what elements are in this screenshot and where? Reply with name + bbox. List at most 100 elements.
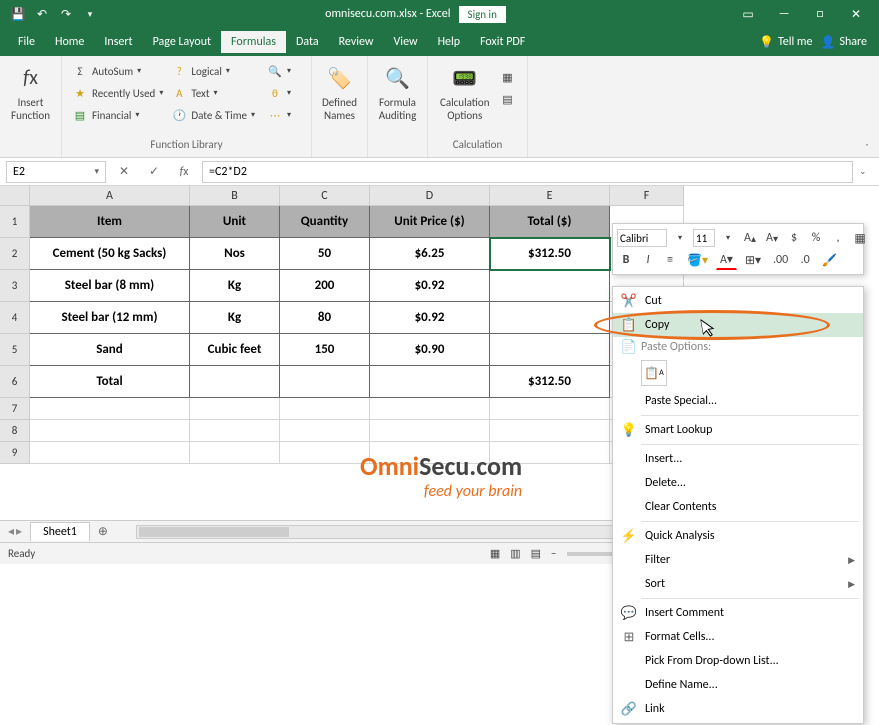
cell-C9[interactable] bbox=[280, 442, 370, 464]
financial-button[interactable]: ▤Financial ▾ bbox=[68, 104, 167, 126]
qat-customize-icon[interactable]: ▾ bbox=[80, 4, 100, 24]
cell-C3[interactable]: 200 bbox=[280, 270, 370, 302]
mini-format-painter-icon[interactable]: 🖌️ bbox=[818, 250, 841, 270]
cell-E1[interactable]: Total ($) bbox=[490, 206, 610, 238]
tab-foxit[interactable]: Foxit PDF bbox=[470, 31, 535, 53]
ctx-delete[interactable]: Delete... bbox=[613, 471, 863, 495]
cell-E8[interactable] bbox=[490, 420, 610, 442]
sheet-tab-sheet1[interactable]: Sheet1 bbox=[30, 522, 90, 541]
undo-icon[interactable]: ↶ bbox=[32, 4, 52, 24]
col-header-A[interactable]: A bbox=[30, 186, 190, 206]
cell-D5[interactable]: $0.90 bbox=[370, 334, 490, 366]
ctx-filter[interactable]: Filter▶ bbox=[613, 548, 863, 572]
mini-merge-icon[interactable]: ▦ bbox=[851, 228, 869, 248]
cell-D3[interactable]: $0.92 bbox=[370, 270, 490, 302]
math-button[interactable]: θ▾ bbox=[263, 82, 295, 104]
share-button[interactable]: 👤 Share bbox=[820, 35, 867, 50]
calc-sheet-button[interactable]: ▤ bbox=[496, 88, 520, 110]
mini-font-color-icon[interactable]: A▾ bbox=[716, 250, 737, 270]
mini-comma-icon[interactable]: , bbox=[829, 228, 847, 248]
signin-button[interactable]: Sign in bbox=[459, 6, 506, 23]
calc-options-button[interactable]: 📟 Calculation Options bbox=[434, 60, 496, 124]
ctx-quick-analysis[interactable]: ⚡Quick Analysis bbox=[613, 524, 863, 548]
expand-formula-icon[interactable]: ⌄ bbox=[859, 166, 875, 177]
view-normal-icon[interactable]: ▦ bbox=[490, 547, 500, 560]
name-box-dropdown-icon[interactable]: ▾ bbox=[94, 166, 99, 177]
view-layout-icon[interactable]: ▥ bbox=[510, 547, 520, 560]
ctx-insert[interactable]: Insert... bbox=[613, 447, 863, 471]
cell-E3[interactable] bbox=[490, 270, 610, 302]
tell-me[interactable]: 💡 Tell me bbox=[759, 35, 812, 50]
cell-E6[interactable]: $312.50 bbox=[490, 366, 610, 398]
row-header-2[interactable]: 2 bbox=[0, 238, 30, 270]
cell-C5[interactable]: 150 bbox=[280, 334, 370, 366]
tab-review[interactable]: Review bbox=[329, 31, 384, 53]
mini-border-icon[interactable]: ⊞▾ bbox=[741, 250, 765, 270]
cell-B9[interactable] bbox=[190, 442, 280, 464]
cell-C6[interactable] bbox=[280, 366, 370, 398]
mini-percent-icon[interactable]: % bbox=[807, 228, 825, 248]
cell-C8[interactable] bbox=[280, 420, 370, 442]
cell-A8[interactable] bbox=[30, 420, 190, 442]
mini-italic-icon[interactable]: I bbox=[639, 250, 657, 270]
ctx-define-name[interactable]: Define Name... bbox=[613, 673, 863, 697]
ctx-sort[interactable]: Sort▶ bbox=[613, 572, 863, 596]
calc-now-button[interactable]: ▦ bbox=[496, 66, 520, 88]
paste-option-all[interactable]: 📋A bbox=[641, 360, 667, 386]
row-header-5[interactable]: 5 bbox=[0, 334, 30, 366]
cell-A1[interactable]: Item bbox=[30, 206, 190, 238]
cell-D6[interactable] bbox=[370, 366, 490, 398]
fx-button-icon[interactable]: fx bbox=[172, 161, 196, 183]
cell-E4[interactable] bbox=[490, 302, 610, 334]
formula-auditing-button[interactable]: 🔍 Formula Auditing bbox=[374, 60, 421, 124]
ctx-copy[interactable]: 📋Copy bbox=[613, 313, 863, 337]
add-sheet-icon[interactable]: ⊕ bbox=[90, 524, 116, 539]
horizontal-scrollbar[interactable] bbox=[136, 525, 690, 539]
cell-D1[interactable]: Unit Price ($) bbox=[370, 206, 490, 238]
collapse-ribbon-icon[interactable]: ˆ bbox=[859, 139, 875, 155]
col-header-B[interactable]: B bbox=[190, 186, 280, 206]
cell-D4[interactable]: $0.92 bbox=[370, 302, 490, 334]
row-header-3[interactable]: 3 bbox=[0, 270, 30, 302]
ctx-format-cells[interactable]: ⊞Format Cells... bbox=[613, 625, 863, 649]
tab-pagelayout[interactable]: Page Layout bbox=[143, 31, 221, 53]
mini-dec-inc-icon[interactable]: .00 bbox=[769, 250, 792, 270]
zoom-out-icon[interactable]: − bbox=[551, 547, 556, 560]
sheet-nav-next-icon[interactable]: ▸ bbox=[16, 524, 22, 539]
cell-B4[interactable]: Kg bbox=[190, 302, 280, 334]
cell-E7[interactable] bbox=[490, 398, 610, 420]
ribbon-options-icon[interactable]: ▭ bbox=[731, 0, 765, 28]
cell-A7[interactable] bbox=[30, 398, 190, 420]
cell-E2[interactable]: $312.50 bbox=[490, 238, 610, 270]
row-header-9[interactable]: 9 bbox=[0, 442, 30, 464]
cell-D2[interactable]: $6.25 bbox=[370, 238, 490, 270]
cell-C1[interactable]: Quantity bbox=[280, 206, 370, 238]
mini-accounting-icon[interactable]: $ bbox=[785, 228, 803, 248]
cell-D8[interactable] bbox=[370, 420, 490, 442]
mini-font-dd-icon[interactable]: ▾ bbox=[671, 228, 689, 248]
col-header-C[interactable]: C bbox=[280, 186, 370, 206]
cell-A9[interactable] bbox=[30, 442, 190, 464]
cell-A2[interactable]: Cement (50 kg Sacks) bbox=[30, 238, 190, 270]
row-header-7[interactable]: 7 bbox=[0, 398, 30, 420]
name-box[interactable]: E2 ▾ bbox=[6, 161, 106, 183]
cell-B1[interactable]: Unit bbox=[190, 206, 280, 238]
datetime-button[interactable]: 🕐Date & Time ▾ bbox=[167, 104, 259, 126]
tab-help[interactable]: Help bbox=[428, 31, 471, 53]
col-header-F[interactable]: F bbox=[610, 186, 684, 206]
cell-B3[interactable]: Kg bbox=[190, 270, 280, 302]
redo-icon[interactable]: ↷ bbox=[56, 4, 76, 24]
logical-button[interactable]: ?Logical ▾ bbox=[167, 60, 259, 82]
col-header-D[interactable]: D bbox=[370, 186, 490, 206]
mini-font-name[interactable] bbox=[617, 229, 667, 247]
mini-align-icon[interactable]: ≡ bbox=[661, 250, 679, 270]
ctx-link[interactable]: 🔗Link bbox=[613, 697, 863, 721]
cell-B2[interactable]: Nos bbox=[190, 238, 280, 270]
mini-size-dd-icon[interactable]: ▾ bbox=[719, 228, 737, 248]
row-header-8[interactable]: 8 bbox=[0, 420, 30, 442]
insert-function-button[interactable]: fx Insert Function bbox=[6, 60, 55, 124]
ctx-smart-lookup[interactable]: 💡Smart Lookup bbox=[613, 418, 863, 442]
tab-insert[interactable]: Insert bbox=[94, 31, 142, 53]
tab-file[interactable]: File bbox=[8, 31, 45, 53]
ctx-paste-special[interactable]: Paste Special... bbox=[613, 389, 863, 413]
